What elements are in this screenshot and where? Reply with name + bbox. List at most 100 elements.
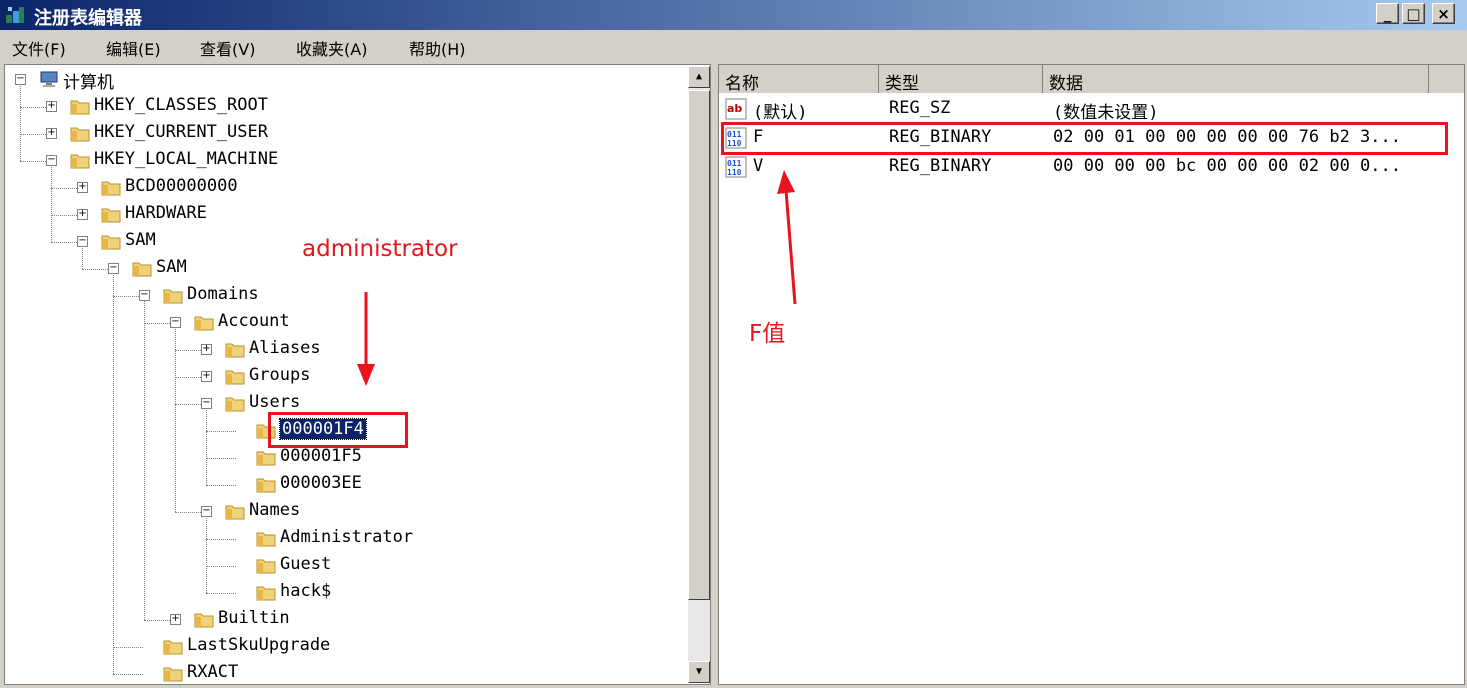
- pane-splitter[interactable]: [711, 64, 718, 685]
- collapse-toggle[interactable]: −: [201, 506, 212, 517]
- menu-favorites[interactable]: 收藏夹(A): [296, 36, 367, 60]
- annotation-administrator: administrator: [302, 236, 458, 262]
- tree-node[interactable]: − 计算机: [15, 67, 515, 94]
- tree-node[interactable]: + Groups: [175, 364, 701, 391]
- tree-node[interactable]: + Builtin: [144, 607, 670, 634]
- tree-node-label: Guest: [280, 554, 332, 574]
- tree-node[interactable]: − Domains: [113, 283, 639, 310]
- expand-toggle[interactable]: +: [201, 344, 212, 355]
- value-type: REG_BINARY: [889, 156, 992, 176]
- expand-toggle[interactable]: +: [170, 614, 181, 625]
- tree-node[interactable]: hack$: [206, 580, 710, 607]
- menu-edit[interactable]: 编辑(E): [106, 36, 161, 60]
- value-name: V: [753, 156, 764, 176]
- tree-connector-line: [51, 165, 52, 242]
- tree-node-label: 计算机: [63, 73, 114, 93]
- tree-node[interactable]: LastSkuUpgrade: [113, 634, 639, 661]
- registry-editor-window: 注册表编辑器 _ □ × 文件(F) 编辑(E) 查看(V) 收藏夹(A) 帮助…: [0, 0, 1467, 688]
- folder-icon: [225, 370, 245, 385]
- value-type: REG_SZ: [889, 98, 951, 118]
- tree-node[interactable]: Guest: [206, 553, 710, 580]
- folder-icon: [256, 532, 276, 547]
- tree-node-label: Groups: [249, 365, 311, 385]
- list-header: 名称 类型 数据: [719, 65, 1464, 94]
- minimize-button[interactable]: _: [1376, 3, 1399, 24]
- folder-icon: [163, 667, 183, 682]
- folder-icon: [132, 262, 152, 277]
- maximize-button[interactable]: □: [1402, 3, 1425, 24]
- scroll-down-button[interactable]: ▼: [688, 661, 710, 683]
- binary-value-icon: 011 110: [725, 156, 747, 178]
- expand-toggle[interactable]: +: [46, 101, 57, 112]
- regedit-app-icon: [6, 7, 24, 23]
- collapse-toggle[interactable]: −: [46, 155, 57, 166]
- tree-connector-line: [206, 539, 236, 540]
- tree-node[interactable]: RXACT: [113, 661, 639, 684]
- collapse-toggle[interactable]: −: [201, 398, 212, 409]
- tree-node-label: 000001F5: [280, 446, 362, 466]
- close-button[interactable]: ×: [1432, 3, 1455, 24]
- tree-node[interactable]: + Aliases: [175, 337, 701, 364]
- expand-toggle[interactable]: +: [77, 182, 88, 193]
- string-value-icon: ab: [725, 98, 747, 120]
- tree-connector-line: [206, 485, 236, 486]
- tree-node-label: HKEY_CLASSES_ROOT: [94, 95, 268, 115]
- tree-node[interactable]: 000001F5: [206, 445, 710, 472]
- folder-icon: [256, 478, 276, 493]
- tree-node-label: HKEY_CURRENT_USER: [94, 122, 268, 142]
- tree-connector-line: [113, 273, 114, 674]
- tree-node[interactable]: − Account: [144, 310, 670, 337]
- expand-toggle[interactable]: +: [201, 371, 212, 382]
- tree-connector-line: [206, 431, 236, 432]
- tree-node-label: hack$: [280, 581, 332, 601]
- folder-icon: [256, 586, 276, 601]
- tree-node[interactable]: + HARDWARE: [51, 202, 577, 229]
- tree-connector-line: [113, 647, 143, 648]
- tree-node[interactable]: Administrator: [206, 526, 710, 553]
- tree-connector-line: [206, 408, 207, 485]
- tree-connector-line: [206, 566, 236, 567]
- folder-icon: [101, 181, 121, 196]
- arrow-down-icon: [357, 292, 375, 386]
- scroll-thumb[interactable]: [688, 90, 710, 600]
- value-row[interactable]: 011 110 V REG_BINARY 00 00 00 00 bc 00 0…: [719, 153, 1464, 181]
- annotation-f-value: F值: [749, 321, 786, 347]
- collapse-toggle[interactable]: −: [139, 290, 150, 301]
- column-header-name[interactable]: 名称: [719, 65, 879, 94]
- tree-node[interactable]: + BCD00000000: [51, 175, 577, 202]
- tree-node-label: SAM: [156, 257, 187, 277]
- tree-node[interactable]: − HKEY_LOCAL_MACHINE: [20, 148, 546, 175]
- title-bar[interactable]: 注册表编辑器 _ □ ×: [0, 0, 1467, 30]
- menu-file[interactable]: 文件(F): [12, 36, 66, 60]
- folder-icon: [163, 289, 183, 304]
- tree-node[interactable]: + HKEY_CLASSES_ROOT: [20, 94, 546, 121]
- value-list-pane[interactable]: 名称 类型 数据 ab (默认) REG_SZ (数值未设置) 011 110 …: [718, 64, 1465, 685]
- tree-connector-line: [206, 516, 207, 593]
- collapse-toggle[interactable]: −: [170, 317, 181, 328]
- expand-toggle[interactable]: +: [46, 128, 57, 139]
- scroll-up-button[interactable]: ▲: [688, 66, 710, 88]
- tree-node[interactable]: − Names: [175, 499, 701, 526]
- expand-toggle[interactable]: +: [77, 209, 88, 220]
- collapse-toggle[interactable]: −: [15, 74, 26, 85]
- tree-node[interactable]: + HKEY_CURRENT_USER: [20, 121, 546, 148]
- f-value-highlight-box: [721, 122, 1448, 155]
- value-data: (数值未设置): [1053, 103, 1159, 123]
- selected-key-highlight-box: [268, 412, 408, 448]
- tree-node-label: 000003EE: [280, 473, 362, 493]
- value-row[interactable]: ab (默认) REG_SZ (数值未设置): [719, 95, 1464, 123]
- menu-help[interactable]: 帮助(H): [409, 36, 466, 60]
- tree-vertical-scrollbar[interactable]: ▲ ▼: [688, 66, 710, 683]
- collapse-toggle[interactable]: −: [108, 263, 119, 274]
- tree-node-label: Aliases: [249, 338, 321, 358]
- tree-node-label: Users: [249, 392, 301, 412]
- menu-view[interactable]: 查看(V): [200, 36, 255, 60]
- menu-bar: 文件(F) 编辑(E) 查看(V) 收藏夹(A) 帮助(H): [0, 32, 1467, 62]
- column-header-type[interactable]: 类型: [879, 65, 1043, 94]
- column-header-data[interactable]: 数据: [1043, 65, 1429, 94]
- tree-node-label: RXACT: [187, 662, 239, 682]
- tree-node[interactable]: 000003EE: [206, 472, 710, 499]
- collapse-toggle[interactable]: −: [77, 236, 88, 247]
- value-data: 00 00 00 00 bc 00 00 00 02 00 0...: [1053, 156, 1401, 176]
- tree-node-label: BCD00000000: [125, 176, 238, 196]
